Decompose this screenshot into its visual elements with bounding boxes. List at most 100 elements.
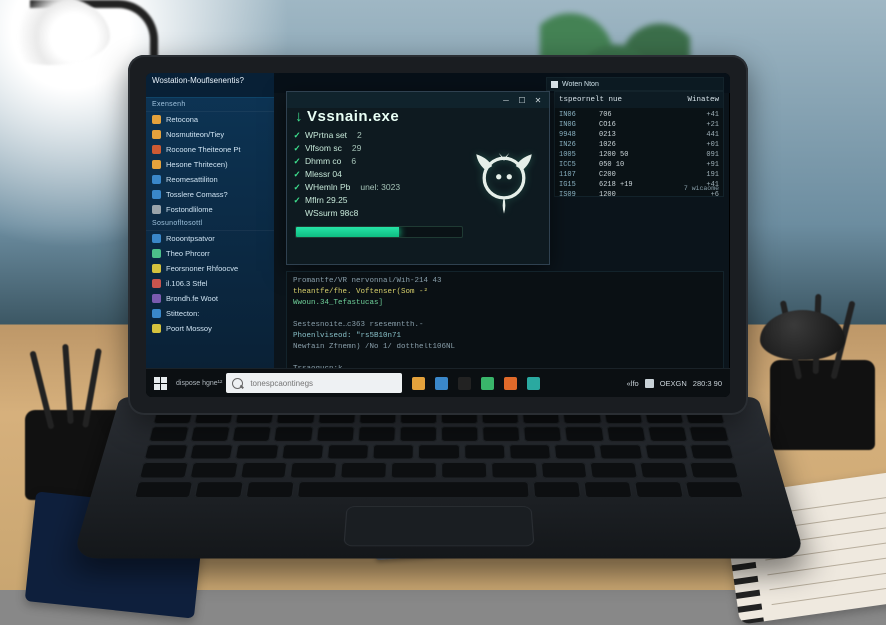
keyboard-key xyxy=(194,482,243,498)
keyboard-key xyxy=(689,444,734,459)
sidebar-item[interactable]: Reomesattiliton xyxy=(146,172,274,187)
sidebar-item-label: il.106.3 Stfel xyxy=(166,278,207,289)
screen: Trelethemi Wostation-Mouflsenentis? Exen… xyxy=(146,73,730,397)
right-panel-cell: 0213 xyxy=(599,130,643,140)
sidebar-item[interactable]: Feorsnoner Rhfoocve xyxy=(146,261,274,276)
sidebar-item[interactable]: Poort Mossoy xyxy=(146,321,274,336)
notification-strip[interactable]: Woten Nton xyxy=(546,77,724,91)
star-icon xyxy=(152,324,161,333)
keyboard-key xyxy=(290,463,337,479)
keyboard-key xyxy=(647,426,687,441)
check-icon: ✓ xyxy=(293,142,301,155)
popup-titlebar[interactable]: ─ ☐ ✕ xyxy=(287,92,549,108)
keyboard-key xyxy=(554,444,597,459)
app-orange-icon-glyph xyxy=(504,377,517,390)
keyboard-key xyxy=(391,463,437,479)
keyboard-key xyxy=(524,426,563,441)
taskbar: dispose hgne¹² «lfo OEXGN 280:3 90 xyxy=(146,368,730,397)
popup-status-line: ✓Vlfsom sc29 xyxy=(293,142,465,155)
search-input[interactable] xyxy=(248,378,372,389)
console-line: Phoenlviseod: "rs5B10n71 xyxy=(293,331,717,342)
keyboard-key xyxy=(232,426,272,441)
right-panel-cell: IG15 xyxy=(559,180,593,190)
sidebar-item[interactable]: Tosslere Comass? xyxy=(146,187,274,202)
console-line: Wwoun.34_Tefastucas] xyxy=(293,298,717,309)
doc-icon xyxy=(152,234,161,243)
popup-line-label: WPrtna set xyxy=(305,129,347,142)
mouse xyxy=(760,310,845,360)
folder-icon xyxy=(152,115,161,124)
popup-close-button[interactable]: ✕ xyxy=(531,94,545,106)
progress-bar-fill xyxy=(296,227,399,237)
sidebar: Wostation-Mouflsenentis? ExensenhRetocon… xyxy=(146,73,274,369)
pen-cup-right xyxy=(770,360,875,450)
sidebar-item-label: Tosslere Comass? xyxy=(166,189,228,200)
right-panel-cell: CO16 xyxy=(599,120,643,130)
terminal-icon[interactable] xyxy=(454,373,474,393)
app-green-icon[interactable] xyxy=(477,373,497,393)
popup-line-value: 6 xyxy=(351,155,356,168)
doc-icon xyxy=(152,190,161,199)
keyboard-key xyxy=(584,482,633,498)
app-teal-icon[interactable] xyxy=(523,373,543,393)
check-icon: ✓ xyxy=(293,129,301,142)
taskbar-search[interactable] xyxy=(226,373,402,393)
keyboard-key xyxy=(491,463,538,479)
start-button[interactable] xyxy=(146,369,174,397)
keyboard-key xyxy=(149,426,190,441)
sidebar-item[interactable]: il.106.3 Stfel xyxy=(146,276,274,291)
app-green-icon-glyph xyxy=(481,377,494,390)
keyboard-key xyxy=(134,482,194,498)
keyboard-key xyxy=(373,444,415,459)
sidebar-item[interactable]: Rooontpsatvor xyxy=(146,231,274,246)
sidebar-item[interactable]: Nosmutiteon/Tiey xyxy=(146,127,274,142)
popup-line-label: WSsurm 98c8 xyxy=(305,207,358,220)
keyboard-key xyxy=(599,444,643,459)
sidebar-section-label: Exensenh xyxy=(146,98,274,112)
keyboard-key xyxy=(540,463,587,479)
sidebar-item-label: Hesone Thritecen) xyxy=(166,159,228,170)
sidebar-item[interactable]: Theo Phrcorr xyxy=(146,246,274,261)
keyboard-key xyxy=(590,463,638,479)
right-panel-row: ICC5050 10+91 xyxy=(559,160,719,170)
popup-status-list: ✓WPrtna set2✓Vlfsom sc29✓Dhmm co6✓Mlessr… xyxy=(293,129,465,220)
keyboard-key xyxy=(634,482,683,498)
sidebar-item[interactable]: Hesone Thritecen) xyxy=(146,157,274,172)
browser-icon[interactable] xyxy=(431,373,451,393)
popup-status-line: ✓Mflrn 29.25 xyxy=(293,194,465,207)
keyboard-key xyxy=(565,426,604,441)
app-orange-icon[interactable] xyxy=(500,373,520,393)
right-panel-cell: +01 xyxy=(649,140,719,150)
right-panel-cell: 441 xyxy=(649,130,719,140)
laptop-base xyxy=(72,397,805,559)
popup-maximize-button[interactable]: ☐ xyxy=(515,94,529,106)
popup-minimize-button[interactable]: ─ xyxy=(499,94,513,106)
folder-icon[interactable] xyxy=(408,373,428,393)
keyboard-key xyxy=(688,426,729,441)
right-panel-row: 1107C200191 xyxy=(559,170,719,180)
desk-scene: Trelethemi Wostation-Mouflsenentis? Exen… xyxy=(0,0,886,590)
right-panel-cell: IS09 xyxy=(559,190,593,197)
sidebar-item-label: Feorsnoner Rhfoocve xyxy=(166,263,238,274)
sidebar-item-label: Theo Phrcorr xyxy=(166,248,210,259)
taskbar-apps xyxy=(408,373,543,393)
system-tray[interactable]: «lfo OEXGN 280:3 90 xyxy=(619,379,730,388)
laptop: Trelethemi Wostation-Mouflsenentis? Exen… xyxy=(128,55,748,575)
sidebar-section-label: Sosunofltosottl xyxy=(146,217,274,231)
right-panel-cell: +21 xyxy=(649,120,719,130)
terminal-console[interactable]: Promantfe/VR nervonnal/Wih-214 43theantf… xyxy=(286,271,724,369)
popup-app-name-text: Vssnain.exe xyxy=(307,108,399,125)
sidebar-item[interactable]: Brondh.fe Woot xyxy=(146,291,274,306)
sidebar-item[interactable]: Stittecton: xyxy=(146,306,274,321)
right-panel-footer: 7 wicaome xyxy=(684,184,719,194)
progress-bar xyxy=(295,226,463,238)
keyboard-key xyxy=(139,463,189,479)
right-panel-cell: +91 xyxy=(649,160,719,170)
sidebar-item[interactable]: Retocona xyxy=(146,112,274,127)
right-panel-cell: IN0G xyxy=(559,120,593,130)
sidebar-item[interactable]: Rocoone Theiteone Pt xyxy=(146,142,274,157)
sidebar-item[interactable]: Fostondlilome xyxy=(146,202,274,217)
right-panel-cell: 1005 xyxy=(559,150,593,160)
box-icon xyxy=(152,294,161,303)
doc-icon xyxy=(152,175,161,184)
